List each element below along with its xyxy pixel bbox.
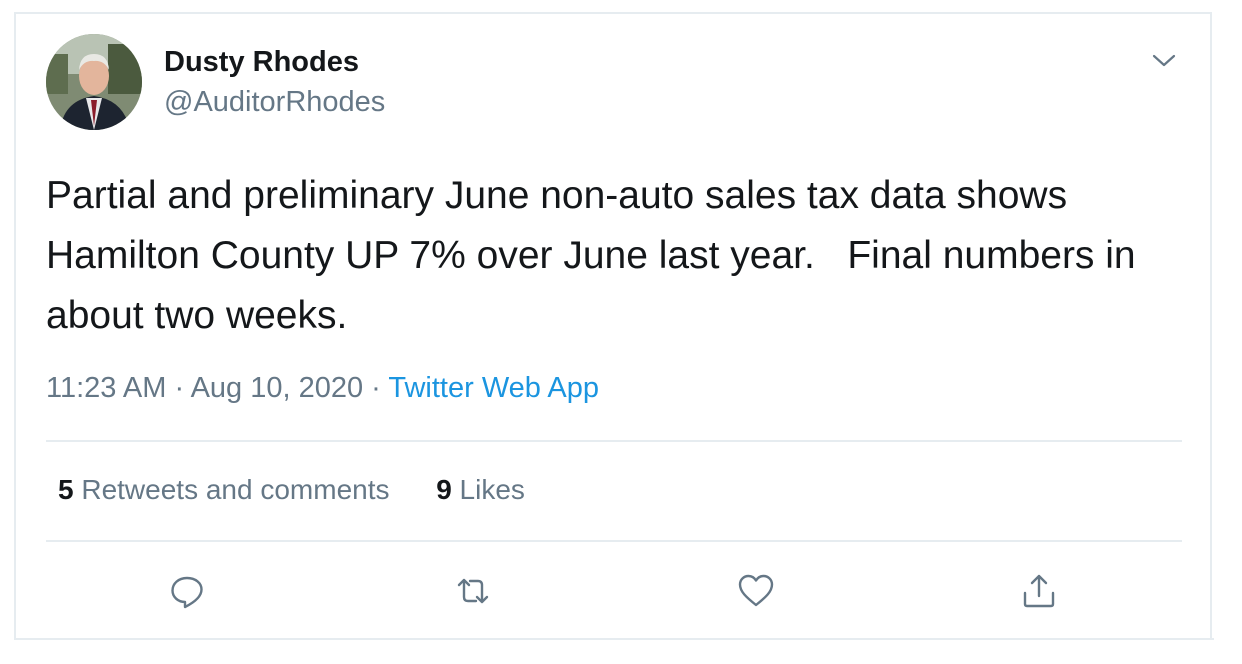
divider [46, 440, 1182, 442]
likes-count: 9 [436, 474, 452, 505]
tweet-text: Partial and preliminary June non-auto sa… [46, 174, 1147, 337]
reply-icon[interactable] [164, 568, 210, 614]
tweet-stats: 5 Retweets and comments 9 Likes [58, 474, 525, 506]
divider [46, 540, 1182, 542]
retweet-icon[interactable] [450, 568, 496, 614]
author-handle[interactable]: @AuditorRhodes [164, 86, 385, 119]
retweets-count: 5 [58, 474, 74, 505]
tweet-date[interactable]: Aug 10, 2020 [191, 372, 364, 404]
retweets-stat[interactable]: 5 Retweets and comments [58, 474, 390, 505]
likes-label: Likes [459, 474, 525, 505]
author-name[interactable]: Dusty Rhodes [164, 46, 359, 79]
tweet-time[interactable]: 11:23 AM [46, 372, 166, 404]
likes-stat[interactable]: 9 Likes [436, 474, 525, 505]
avatar[interactable] [46, 34, 142, 130]
meta-separator: · [363, 372, 389, 404]
tweet-source-link[interactable]: Twitter Web App [388, 372, 599, 404]
heart-icon[interactable] [733, 568, 779, 614]
chevron-down-icon[interactable] [1150, 46, 1178, 74]
share-icon[interactable] [1016, 568, 1062, 614]
divider [14, 638, 1214, 640]
retweets-label: Retweets and comments [81, 474, 390, 505]
meta-separator: · [166, 372, 191, 404]
tweet-meta: 11:23 AM · Aug 10, 2020 · Twitter Web Ap… [46, 372, 599, 405]
